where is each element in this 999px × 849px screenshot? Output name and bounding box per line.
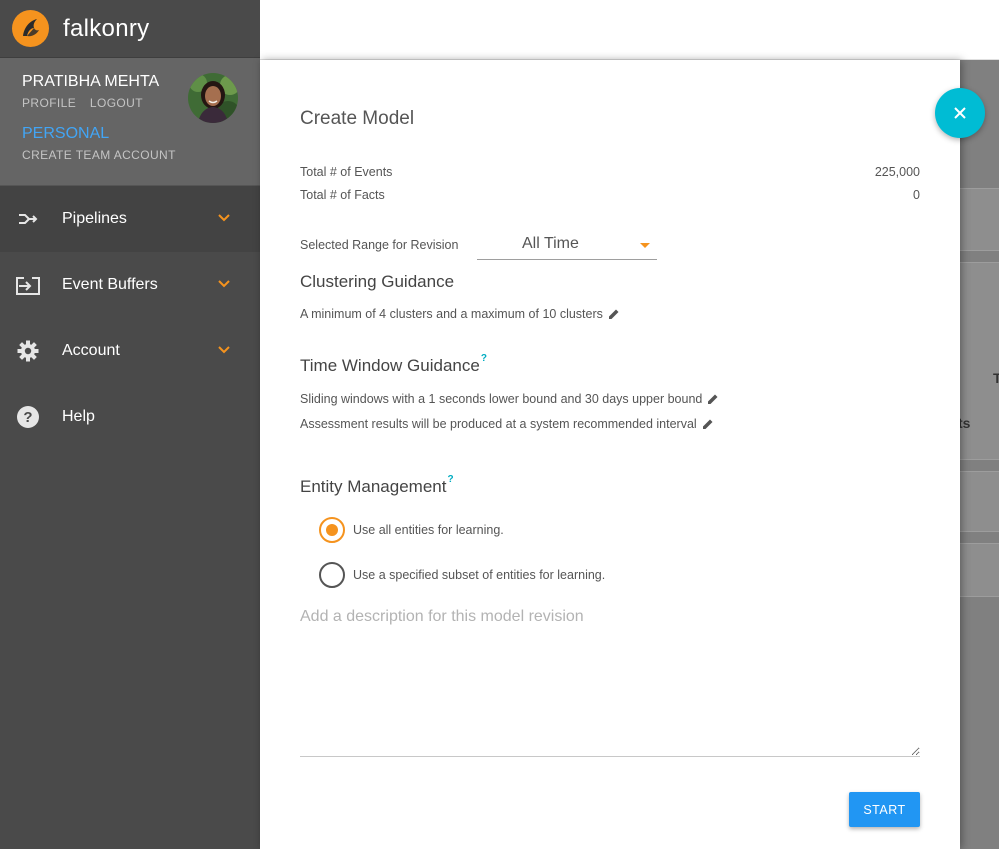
dialog-title: Create Model (300, 108, 415, 129)
help-circle-icon: ? (14, 403, 42, 431)
assessment-interval: Assessment results will be produced at a… (300, 417, 714, 431)
close-icon (954, 107, 966, 119)
brand-header: falkonry (0, 0, 260, 58)
sidebar-item-event-buffers[interactable]: Event Buffers (0, 252, 260, 318)
time-window-guidance-title: Time Window Guidance? (300, 353, 487, 376)
clustering-guidance-value: A minimum of 4 clusters and a maximum of… (300, 307, 603, 321)
radio-label: Use all entities for learning. (353, 523, 504, 537)
avatar[interactable] (188, 73, 238, 123)
clustering-guidance-title: Clustering Guidance (300, 272, 455, 291)
background-text: T (993, 370, 999, 386)
start-button[interactable]: START (849, 792, 920, 827)
sidebar-item-label: Event Buffers (62, 276, 158, 293)
logout-link[interactable]: LOGOUT (90, 96, 143, 110)
time-window-guidance-label: Time Window Guidance (300, 356, 480, 375)
stat-value: 225,000 (874, 165, 920, 179)
account-type-personal[interactable]: PERSONAL (22, 125, 260, 143)
stat-label: Total # of Events (300, 165, 393, 179)
stat-row-events: Total # of Events 225,000 (300, 165, 920, 179)
dropdown-caret-icon (640, 243, 650, 248)
help-icon[interactable]: ? (481, 353, 487, 364)
sidebar-item-account[interactable]: Account (0, 318, 260, 384)
sidebar-item-pipelines[interactable]: Pipelines (0, 186, 260, 252)
chevron-down-icon[interactable] (216, 276, 232, 292)
range-label: Selected Range for Revision (300, 238, 459, 252)
background-card (960, 471, 999, 532)
entity-management-title: Entity Management? (300, 474, 454, 497)
close-dialog-button[interactable] (935, 88, 985, 138)
help-icon[interactable]: ? (447, 474, 453, 485)
radio-use-all-entities[interactable]: Use all entities for learning. (319, 517, 504, 543)
falkonry-logo-icon[interactable] (12, 10, 49, 47)
time-window-bounds: Sliding windows with a 1 seconds lower b… (300, 392, 719, 406)
chevron-down-icon[interactable] (216, 210, 232, 226)
assessment-interval-text: Assessment results will be produced at a… (300, 417, 697, 431)
svg-text:?: ? (23, 409, 32, 426)
pencil-icon[interactable] (608, 308, 620, 320)
range-select[interactable]: All Time (477, 232, 657, 260)
brand-name: falkonry (63, 14, 150, 42)
avatar-photo (188, 73, 238, 123)
pencil-icon[interactable] (702, 418, 714, 430)
radio-label: Use a specified subset of entities for l… (353, 568, 606, 582)
pencil-icon[interactable] (707, 393, 719, 405)
stat-label: Total # of Facts (300, 188, 385, 202)
sidebar-item-label: Account (62, 342, 120, 359)
pipeline-merge-icon (14, 205, 42, 233)
range-selected-value: All Time (522, 235, 579, 252)
create-team-account-link[interactable]: CREATE TEAM ACCOUNT (22, 148, 260, 162)
profile-link[interactable]: PROFILE (22, 96, 76, 110)
radio-button-unchecked[interactable] (319, 562, 345, 588)
radio-use-subset-entities[interactable]: Use a specified subset of entities for l… (319, 562, 605, 588)
sidebar-item-help[interactable]: ? Help (0, 384, 260, 450)
gear-icon (14, 337, 42, 365)
sidebar: falkonry PRATIBHA MEHTA PROFILE LOGOUT P… (0, 0, 260, 849)
radio-button-checked[interactable] (319, 517, 345, 543)
background-card (960, 188, 999, 251)
stat-value: 0 (913, 188, 920, 202)
create-model-dialog: Create Model Total # of Events 225,000 T… (260, 60, 960, 849)
input-icon (14, 271, 42, 299)
description-textarea[interactable] (300, 608, 920, 757)
top-bar (260, 0, 999, 60)
time-window-bounds-text: Sliding windows with a 1 seconds lower b… (300, 392, 703, 406)
user-profile-panel: PRATIBHA MEHTA PROFILE LOGOUT PERSONAL C… (0, 58, 260, 186)
chevron-down-icon[interactable] (216, 342, 232, 358)
sidebar-item-label: Pipelines (62, 210, 127, 227)
clustering-guidance-text: A minimum of 4 clusters and a maximum of… (300, 307, 620, 321)
entity-management-label: Entity Management (300, 477, 447, 496)
sidebar-item-label: Help (62, 408, 95, 425)
stat-row-facts: Total # of Facts 0 (300, 188, 920, 202)
background-card (960, 543, 999, 597)
